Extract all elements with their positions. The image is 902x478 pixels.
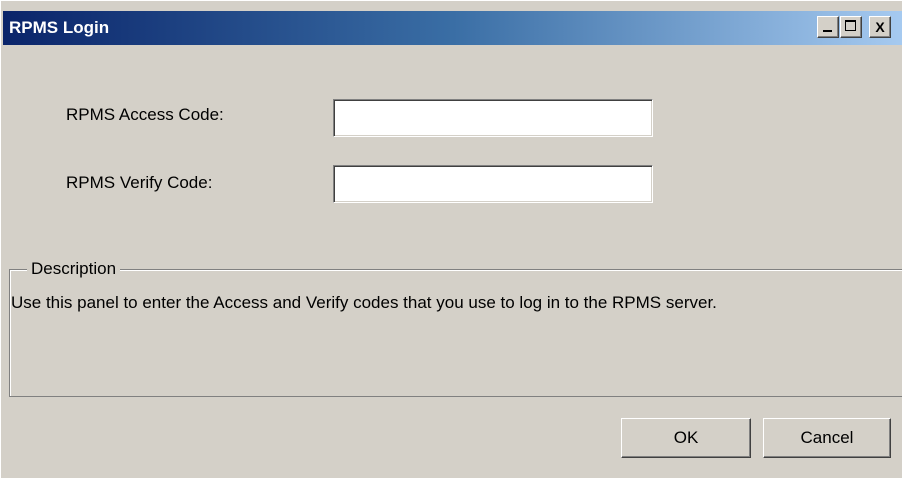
description-text: Use this panel to enter the Access and V… — [11, 293, 717, 312]
description-groupbox — [9, 269, 902, 397]
login-dialog: RPMS Login X RPMS Access Code: RPMS Veri… — [0, 0, 902, 478]
verify-code-label: RPMS Verify Code: — [66, 173, 213, 192]
maximize-button[interactable] — [840, 16, 862, 38]
minimize-button[interactable] — [817, 16, 839, 38]
maximize-icon — [845, 20, 856, 31]
description-legend: Description — [27, 259, 121, 279]
ok-button[interactable]: OK — [621, 418, 751, 458]
close-icon: X — [875, 19, 885, 35]
minimize-icon — [823, 30, 832, 32]
access-code-label: RPMS Access Code: — [66, 105, 224, 124]
title-bar[interactable]: RPMS Login X — [3, 11, 902, 45]
cancel-button[interactable]: Cancel — [763, 418, 891, 458]
window-title: RPMS Login — [9, 18, 110, 37]
access-code-input[interactable] — [333, 99, 653, 137]
close-button[interactable]: X — [869, 16, 891, 38]
verify-code-input[interactable] — [333, 165, 653, 203]
